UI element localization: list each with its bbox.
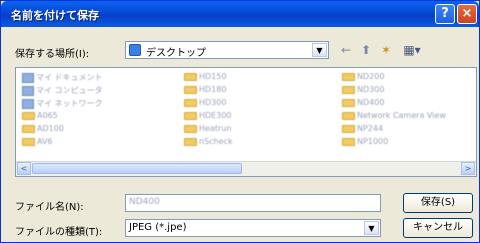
list-item[interactable]: AV6 bbox=[22, 137, 53, 149]
folder-icon bbox=[22, 124, 35, 133]
list-item[interactable]: マイ コンピュータ bbox=[22, 85, 103, 97]
list-item[interactable]: HD150 bbox=[184, 72, 226, 84]
list-item[interactable]: Network Camera View bbox=[342, 111, 446, 123]
list-item[interactable]: マイ ドキュメント bbox=[22, 72, 103, 84]
filename-label: ファイル名(N): bbox=[15, 202, 84, 213]
list-item[interactable]: ND400 bbox=[342, 98, 384, 110]
list-item[interactable]: ND200 bbox=[342, 72, 384, 84]
list-item[interactable]: NP244 bbox=[342, 124, 383, 136]
computer-icon bbox=[22, 85, 34, 96]
save-location-dropdown[interactable]: デスクトップ ▼ bbox=[125, 41, 329, 59]
close-button[interactable]: × bbox=[457, 4, 477, 24]
folder-icon bbox=[184, 98, 197, 107]
desktop-icon bbox=[129, 44, 141, 56]
save-location-label: 保存する場所(I): bbox=[15, 49, 90, 60]
help-button[interactable]: ? bbox=[435, 4, 455, 24]
folder-icon bbox=[184, 72, 197, 81]
filetype-value: JPEG (*.jpe) bbox=[129, 222, 187, 233]
scroll-right-button[interactable]: > bbox=[461, 162, 475, 175]
list-item[interactable]: HDE300 bbox=[184, 111, 232, 123]
folder-icon bbox=[342, 111, 355, 120]
save-button[interactable]: 保存(S) bbox=[403, 193, 473, 213]
filetype-label: ファイルの種類(T): bbox=[15, 227, 103, 238]
list-item[interactable]: ND300 bbox=[342, 85, 384, 97]
folder-icon bbox=[22, 111, 35, 120]
new-folder-icon[interactable]: ✶ bbox=[379, 42, 393, 58]
title-bar: 名前を付けて保存 ? × bbox=[1, 1, 479, 27]
list-item[interactable]: マイ ネットワーク bbox=[22, 98, 103, 110]
dialog-title: 名前を付けて保存 bbox=[11, 9, 99, 22]
folder-icon bbox=[184, 111, 197, 120]
list-item[interactable]: AD100 bbox=[22, 124, 64, 136]
save-as-dialog: 名前を付けて保存 ? × 保存する場所(I): デスクトップ ▼ ← ⬆ ✶ ▦… bbox=[0, 0, 480, 243]
folder-icon bbox=[342, 85, 355, 94]
save-location-value: デスクトップ bbox=[146, 48, 206, 59]
view-menu-icon[interactable]: ▦▾ bbox=[399, 42, 425, 58]
filename-value: ND400 bbox=[129, 197, 160, 207]
list-item[interactable]: nScheck bbox=[184, 137, 233, 149]
folder-icon bbox=[342, 98, 355, 107]
horizontal-scrollbar[interactable]: < > bbox=[16, 161, 476, 176]
folder-icon bbox=[342, 124, 355, 133]
folder-icon bbox=[184, 137, 197, 146]
folder-icon bbox=[184, 85, 197, 94]
filename-input[interactable]: ND400 bbox=[125, 194, 381, 212]
folder-icon bbox=[342, 72, 355, 81]
folder-icon bbox=[342, 137, 355, 146]
documents-icon bbox=[22, 72, 34, 83]
list-item[interactable]: NP1000 bbox=[342, 137, 388, 149]
folder-icon bbox=[22, 137, 35, 146]
file-list[interactable]: マイ ドキュメント マイ コンピュータ マイ ネットワーク A065 AD100… bbox=[15, 67, 477, 177]
scroll-thumb[interactable] bbox=[32, 163, 242, 174]
chevron-down-icon[interactable]: ▼ bbox=[312, 43, 327, 57]
back-icon[interactable]: ← bbox=[339, 42, 353, 58]
list-item[interactable]: A065 bbox=[22, 111, 58, 123]
list-item[interactable]: Heatrun bbox=[184, 124, 231, 136]
cancel-button[interactable]: キャンセル bbox=[403, 218, 473, 238]
filetype-dropdown[interactable]: JPEG (*.jpe) ▼ bbox=[125, 219, 381, 237]
chevron-down-icon[interactable]: ▼ bbox=[364, 221, 379, 235]
up-folder-icon[interactable]: ⬆ bbox=[359, 42, 373, 58]
folder-icon bbox=[184, 124, 197, 133]
list-item[interactable]: HD300 bbox=[184, 98, 226, 110]
network-icon bbox=[22, 98, 34, 109]
list-item[interactable]: HD180 bbox=[184, 85, 226, 97]
scroll-left-button[interactable]: < bbox=[17, 162, 31, 175]
